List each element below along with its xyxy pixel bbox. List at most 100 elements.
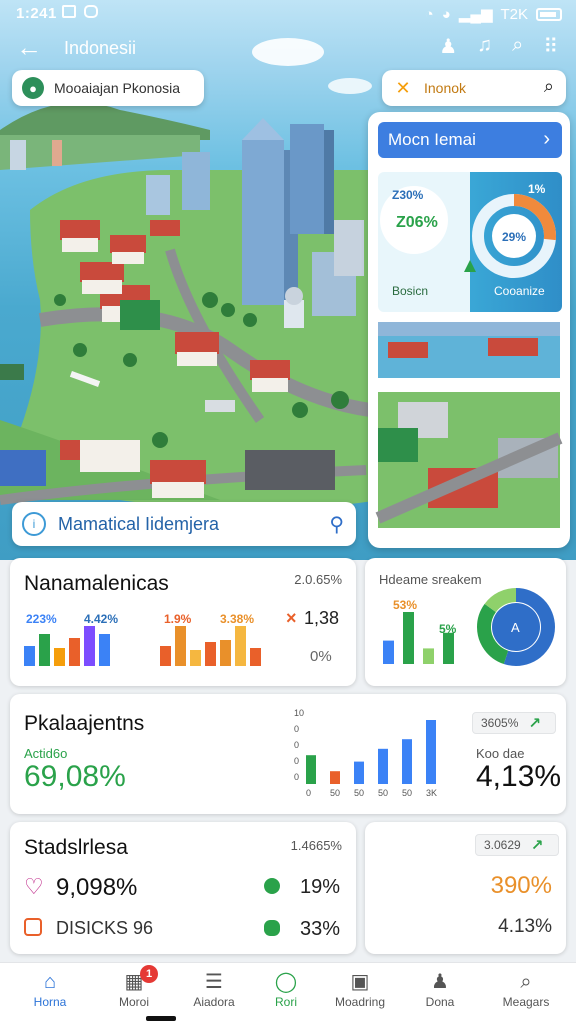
perf-bar-2	[354, 761, 364, 784]
stats-card[interactable]: Stadslrlesa 1.4665% ♡ 9,098% 19% DISICKS…	[10, 822, 356, 954]
perf-x-tick-4: 50	[402, 788, 412, 796]
market-bar-chart	[24, 626, 261, 666]
market-bar-left-1	[39, 634, 50, 666]
chevron-right-icon: ›	[543, 128, 550, 150]
heatmap-bar-2	[423, 648, 434, 664]
stats-row1-value: 9,098%	[56, 874, 138, 901]
camera-notification-icon	[84, 5, 98, 18]
gallery-notification-icon	[62, 5, 76, 18]
market-side-value: 1,38	[304, 608, 340, 628]
board-icon: ▣	[350, 971, 370, 993]
status-right: ◔ ◕ ▂▄▆ T2K	[425, 5, 562, 23]
heatmap-title: Hdeame sreakem	[379, 572, 482, 587]
nav-meeting[interactable]: ▣ Moadring	[324, 969, 396, 1009]
search-pill-label: Inonok	[424, 80, 467, 96]
app-title: Indonesii	[64, 38, 137, 58]
hero-caption-text: Mamatical Iidemjera	[58, 513, 220, 534]
home-icon: ⌂	[43, 971, 57, 993]
bottom-navigation: ⌂ Horna ▦ 1 Moroi ☰ Aiadora ◯ Rori ▣ Moa…	[0, 962, 576, 1025]
performance-subtitle: Actid6o	[24, 746, 68, 761]
panel-button[interactable]: Mocn Iemai ›	[378, 122, 562, 158]
music-icon[interactable]: ♫	[477, 34, 492, 59]
map-pin-icon: ●	[22, 77, 44, 99]
market-bar-left-2	[54, 648, 65, 666]
wifi-icon-2: ◕	[441, 5, 451, 23]
nav-search-label: Meagars	[502, 995, 550, 1009]
search-pill[interactable]: ✕ Inonok ⌕	[382, 70, 566, 106]
panel-button-label: Mocn Iemai	[388, 130, 476, 149]
location-pill[interactable]: ● Mooaiajan Pkonosia	[12, 70, 204, 106]
location-pill-label: Mooaiajan Pkonosia	[54, 80, 181, 96]
stats-row1-dot	[264, 878, 280, 894]
heatmap-bar-3	[443, 632, 454, 664]
market-bar-right-2	[190, 650, 201, 666]
perf-bar-0	[306, 755, 316, 784]
status-right-text: T2K	[500, 5, 528, 23]
performance-title: Pkalaajentns	[24, 712, 145, 735]
status-notification-icons	[62, 5, 98, 18]
heatmap-bar-1	[403, 612, 414, 664]
grid-menu-icon[interactable]: ⠿	[543, 34, 558, 59]
app-bar-actions: ♟ ♫ ⌕ ⠿	[439, 34, 558, 59]
market-bar-left-5	[99, 634, 110, 666]
market-card[interactable]: Nanamalenicas 2.0.65% 223% 4.42% 1.9% 3.…	[10, 558, 356, 686]
nav-explore[interactable]: ◯ Rori	[250, 969, 322, 1009]
app-bar: ← Indonesii ♟ ♫ ⌕ ⠿	[0, 30, 576, 70]
perf-x-tick-5: 3K	[426, 788, 437, 796]
panel-label-left: Bosicn	[392, 284, 429, 298]
status-bar: 1:241 ◔ ◕ ▂▄▆ T2K	[0, 0, 576, 28]
market-bar-right-1	[175, 626, 186, 666]
performance-right-sub: Koo dae	[476, 746, 525, 761]
panel-stat-4: 29%	[502, 230, 527, 244]
signal-icon: ▂▄▆	[458, 6, 493, 23]
back-arrow-icon[interactable]: ←	[16, 32, 42, 63]
panel-stat-1: Z30%	[392, 188, 424, 202]
heart-icon: ♡	[24, 874, 44, 899]
summary-orange-value: 390%	[490, 872, 552, 899]
nav-meeting-label: Moadring	[334, 995, 386, 1009]
nav-people-label: Dona	[425, 995, 455, 1009]
share-icon[interactable]: ⚲	[329, 512, 344, 537]
market-bar-right-3	[205, 642, 216, 666]
tools-icon: ✕	[395, 77, 411, 98]
heatmap-card[interactable]: Hdeame sreakem 53% 5% A	[365, 558, 566, 686]
perf-bar-1	[330, 771, 340, 784]
nav-data-label: Aiadora	[193, 995, 235, 1009]
market-bar-left-0	[24, 646, 35, 666]
market-bar-left-3	[69, 638, 80, 666]
info-icon: i	[22, 512, 46, 536]
stats-title: Stadslrlesa	[24, 836, 128, 859]
market-bar-right-5	[235, 626, 246, 666]
summary-chip-label: 3.0629	[484, 838, 521, 852]
chat-icon: ◯	[274, 971, 298, 993]
nav-home[interactable]: ⌂ Horna	[14, 969, 86, 1009]
hero-illustration: 1:241 ◔ ◕ ▂▄▆ T2K ← Indonesii ♟ ♫ ⌕ ⠿ ● …	[0, 0, 576, 560]
market-value: 2.0.65%	[294, 572, 342, 587]
nav-more[interactable]: ▦ 1 Moroi	[98, 965, 170, 1009]
search-icon[interactable]: ⌕	[512, 34, 523, 59]
performance-right-value: 4,13%	[476, 760, 562, 793]
search-pill-icon[interactable]: ⌕	[544, 76, 554, 97]
stats-row2-dot	[264, 920, 280, 936]
profile-icon[interactable]: ♟	[439, 34, 457, 59]
nav-people[interactable]: ♟ Dona	[404, 969, 476, 1009]
perf-y-tick-0: 10	[294, 708, 304, 718]
panel-label-right: Cooanize	[494, 284, 545, 298]
stats-row1-pct: 19%	[300, 876, 341, 898]
performance-card[interactable]: Pkalaajentns Actid6o 69,08% 10 0 0 0 0 0 50 50 5…	[10, 694, 566, 814]
summary-card[interactable]: 3.0629 ↗ 390% 4.13%	[365, 822, 566, 954]
perf-y-tick-3: 0	[294, 756, 299, 766]
perf-bar-4	[402, 739, 412, 784]
panel-thumbnails	[375, 322, 563, 528]
market-title: Nanamalenicas	[24, 572, 169, 595]
heatmap-bar-0	[383, 640, 394, 664]
summary-small-value: 4.13%	[498, 916, 552, 937]
panel-stat-3: 1%	[528, 182, 546, 196]
nav-more-label: Moroi	[118, 995, 149, 1009]
nav-search[interactable]: ⌕ Meagars	[490, 969, 562, 1009]
hero-caption[interactable]: i Mamatical Iidemjera ⚲	[12, 502, 356, 546]
search-nav-icon: ⌕	[520, 971, 532, 993]
summary-chip[interactable]: 3.0629 ↗	[475, 834, 559, 856]
nav-data[interactable]: ☰ Aiadora	[178, 969, 250, 1009]
performance-chip[interactable]: 3605% ↗	[472, 712, 556, 734]
